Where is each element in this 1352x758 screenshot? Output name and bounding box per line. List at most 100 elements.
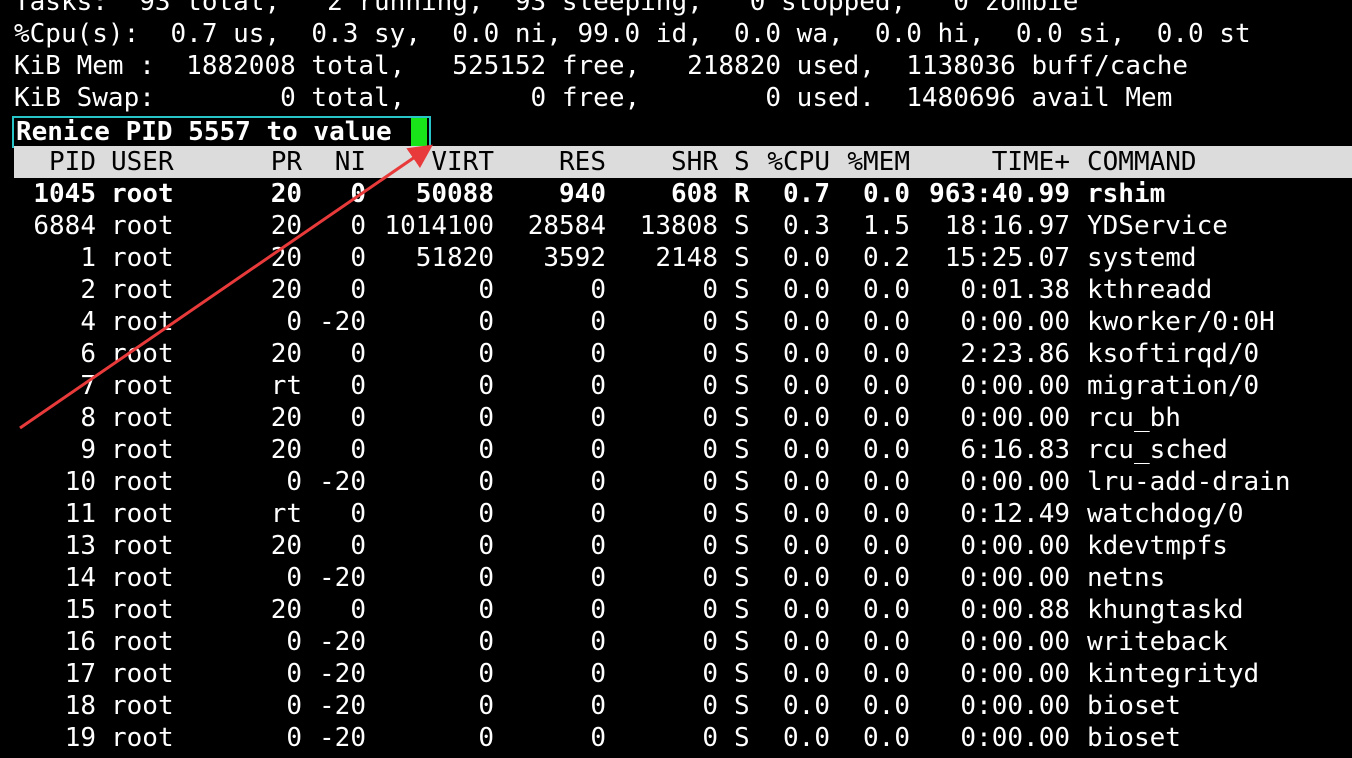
cell-time: 0:12.49 xyxy=(960,499,1070,529)
cell-mem: 0.2 xyxy=(863,243,910,273)
cell-virt: 0 xyxy=(478,467,494,497)
cell-time: 0:00.00 xyxy=(960,627,1070,657)
process-row[interactable]: 6884 root 20 0 1014100 28584 13808 S 0.3 1.5 18:16… xyxy=(14,210,1352,242)
cell-cpu: 0.0 xyxy=(783,531,830,561)
process-row[interactable]: 19 root 0 -20 0 0 0 S 0.0 0.0 0:00.00 bioset xyxy=(14,722,1352,754)
cell-pid: 1 xyxy=(80,243,96,273)
cell-cpu: 0.0 xyxy=(783,275,830,305)
process-row[interactable]: 9 root 20 0 0 0 0 S 0.0 0.0 6:16.83 rcu_sched xyxy=(14,434,1352,466)
cell-mem: 0.0 xyxy=(863,275,910,305)
cell-cmd: watchdog/0 xyxy=(1087,499,1244,529)
column-header-time: TIME+ xyxy=(991,147,1070,177)
process-row[interactable]: 16 root 0 -20 0 0 0 S 0.0 0.0 0:00.00 writeback xyxy=(14,626,1352,658)
cell-pr: 0 xyxy=(286,627,302,657)
cell-mem: 0.0 xyxy=(863,403,910,433)
process-row[interactable]: 17 root 0 -20 0 0 0 S 0.0 0.0 0:00.00 kintegrityd xyxy=(14,658,1352,690)
cell-cmd: systemd xyxy=(1087,243,1197,273)
cell-time: 0:00.00 xyxy=(960,723,1070,753)
process-row[interactable]: 10 root 0 -20 0 0 0 S 0.0 0.0 0:00.00 lru-add-drain xyxy=(14,466,1352,498)
cell-s: S xyxy=(734,307,750,337)
column-header-mem: %MEM xyxy=(847,147,910,177)
process-row[interactable]: 6 root 20 0 0 0 0 S 0.0 0.0 2:23.86 ksoftirqd/0 xyxy=(14,338,1352,370)
cell-cmd: writeback xyxy=(1087,627,1228,657)
cell-pid: 1045 xyxy=(33,179,96,209)
cell-cpu: 0.3 xyxy=(783,211,830,241)
process-row[interactable]: 1045 root 20 0 50088 940 608 R 0.7 0.0 963:40.99 rs… xyxy=(14,178,1352,210)
cell-cpu: 0.0 xyxy=(783,435,830,465)
cell-virt: 0 xyxy=(478,499,494,529)
cell-s: S xyxy=(734,531,750,561)
cell-mem: 0.0 xyxy=(863,627,910,657)
cell-ni: 0 xyxy=(350,243,366,273)
cell-shr: 13808 xyxy=(639,211,718,241)
process-row[interactable]: 11 root rt 0 0 0 0 S 0.0 0.0 0:12.49 watchdog/0 xyxy=(14,498,1352,530)
cell-cpu: 0.0 xyxy=(783,307,830,337)
cell-shr: 0 xyxy=(702,499,718,529)
renice-prompt[interactable]: Renice PID 5557 to value xyxy=(12,116,432,148)
cell-pid: 6884 xyxy=(33,211,96,241)
cell-shr: 0 xyxy=(702,659,718,689)
cell-cpu: 0.0 xyxy=(783,691,830,721)
cell-mem: 0.0 xyxy=(863,307,910,337)
process-row[interactable]: 7 root rt 0 0 0 0 S 0.0 0.0 0:00.00 migration/0 xyxy=(14,370,1352,402)
cell-user: root xyxy=(111,243,174,273)
process-row[interactable]: 15 root 20 0 0 0 0 S 0.0 0.0 0:00.88 khungtaskd xyxy=(14,594,1352,626)
cell-s: S xyxy=(734,627,750,657)
cell-pid: 2 xyxy=(80,275,96,305)
cell-res: 0 xyxy=(590,371,606,401)
cell-pid: 10 xyxy=(64,467,96,497)
process-row[interactable]: 13 root 20 0 0 0 0 S 0.0 0.0 0:00.00 kdevtmpfs xyxy=(14,530,1352,562)
cell-ni: -20 xyxy=(319,723,366,753)
cell-time: 0:00.00 xyxy=(960,467,1070,497)
cell-pr: 0 xyxy=(286,723,302,753)
cell-s: S xyxy=(734,371,750,401)
mem-summary-line: KiB Mem : 1882008 total, 525152 free, 21… xyxy=(14,51,1188,81)
cell-cpu: 0.0 xyxy=(783,563,830,593)
process-row[interactable]: 1 root 20 0 51820 3592 2148 S 0.0 0.2 15:25.07 syst… xyxy=(14,242,1352,274)
cell-ni: -20 xyxy=(319,659,366,689)
cell-pr: rt xyxy=(270,371,302,401)
cell-shr: 0 xyxy=(702,595,718,625)
process-row[interactable]: 2 root 20 0 0 0 0 S 0.0 0.0 0:01.38 kthreadd xyxy=(14,274,1352,306)
cell-shr: 0 xyxy=(702,371,718,401)
cell-virt: 0 xyxy=(478,307,494,337)
cell-cmd: bioset xyxy=(1087,691,1181,721)
cell-virt: 0 xyxy=(478,435,494,465)
cell-user: root xyxy=(111,691,174,721)
column-header-cpu: %CPU xyxy=(767,147,830,177)
cell-mem: 0.0 xyxy=(863,659,910,689)
cell-res: 0 xyxy=(590,691,606,721)
cell-res: 0 xyxy=(590,403,606,433)
cell-ni: 0 xyxy=(350,499,366,529)
cell-user: root xyxy=(111,467,174,497)
cell-s: S xyxy=(734,723,750,753)
cell-virt: 0 xyxy=(478,595,494,625)
cell-mem: 0.0 xyxy=(863,691,910,721)
cell-shr: 2148 xyxy=(655,243,718,273)
cell-s: R xyxy=(734,179,750,209)
cell-cmd: kintegrityd xyxy=(1087,659,1260,689)
cell-pid: 14 xyxy=(64,563,96,593)
cell-time: 0:00.00 xyxy=(960,659,1070,689)
cell-pid: 7 xyxy=(80,371,96,401)
cell-s: S xyxy=(734,435,750,465)
cell-user: root xyxy=(111,435,174,465)
cell-pid: 6 xyxy=(80,339,96,369)
cell-mem: 0.0 xyxy=(863,467,910,497)
process-row[interactable]: 14 root 0 -20 0 0 0 S 0.0 0.0 0:00.00 netns xyxy=(14,562,1352,594)
cell-pid: 13 xyxy=(64,531,96,561)
cell-cmd: kworker/0:0H xyxy=(1087,307,1275,337)
cell-s: S xyxy=(734,339,750,369)
cell-pr: 20 xyxy=(270,339,302,369)
cell-virt: 0 xyxy=(478,339,494,369)
cell-s: S xyxy=(734,659,750,689)
process-row[interactable]: 8 root 20 0 0 0 0 S 0.0 0.0 0:00.00 rcu_bh xyxy=(14,402,1352,434)
cell-pid: 15 xyxy=(64,595,96,625)
process-row[interactable]: 18 root 0 -20 0 0 0 S 0.0 0.0 0:00.00 bioset xyxy=(14,690,1352,722)
process-row[interactable]: 4 root 0 -20 0 0 0 S 0.0 0.0 0:00.00 kworker/0:0H xyxy=(14,306,1352,338)
cell-virt: 0 xyxy=(478,275,494,305)
cell-virt: 0 xyxy=(478,403,494,433)
cell-mem: 0.0 xyxy=(863,339,910,369)
cell-shr: 0 xyxy=(702,723,718,753)
cell-res: 0 xyxy=(590,659,606,689)
